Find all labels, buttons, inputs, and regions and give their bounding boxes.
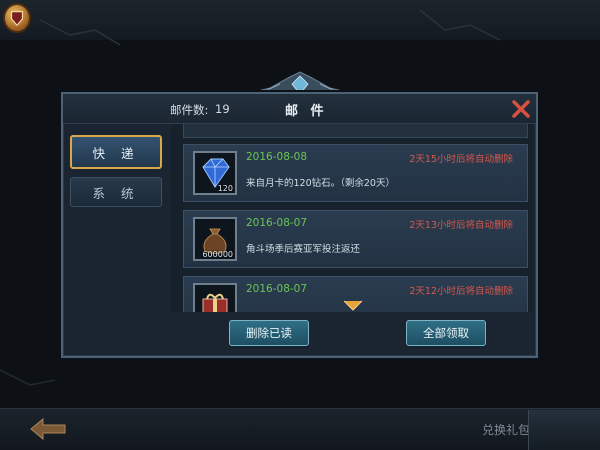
mail-item[interactable]: 600000 2016-08-07 2天13小时后将自动删除 角斗场季后赛亚军投… [183,210,528,268]
list-item-partial [183,124,528,138]
mail-date: 2016-08-08 [246,151,308,163]
back-arrow-icon [30,417,66,441]
mail-subject: 来自月卡的120钻石。（剩余20天） [246,178,395,189]
item-quantity: 120 [217,184,233,193]
mail-expire-notice: 2天15小时后将自动删除 [409,154,513,165]
back-button[interactable] [18,413,80,445]
mail-dialog: 邮件数: 19 邮 件 快 递 系 统 120 2016-08-08 2天15小… [61,92,538,358]
dialog-header: 邮件数: 19 邮 件 [63,94,536,124]
dialog-title: 邮 件 [285,104,328,119]
mail-thumbnail [193,283,237,312]
scroll-down-icon[interactable] [343,300,363,312]
gift-box-icon [202,293,228,312]
mail-count-label: 邮件数: [170,103,209,117]
mail-item[interactable]: 120 2016-08-08 2天15小时后将自动删除 来自月卡的120钻石。（… [183,144,528,202]
tab-system[interactable]: 系 统 [70,177,162,207]
claim-all-button[interactable]: 全部领取 [406,320,486,346]
mail-list[interactable]: 120 2016-08-08 2天15小时后将自动删除 来自月卡的120钻石。（… [171,124,533,312]
tab-express[interactable]: 快 递 [70,135,162,169]
game-logo-icon[interactable] [3,3,31,33]
delete-read-button[interactable]: 删除已读 [229,320,309,346]
redeem-gift-button[interactable]: 兑换礼包 [470,421,530,441]
mail-thumbnail: 600000 [193,217,237,261]
mail-date: 2016-08-07 [246,217,308,229]
mail-subject: 角斗场季后赛亚军投注返还 [246,244,361,255]
mail-thumbnail: 120 [193,151,237,195]
close-icon [512,100,530,118]
item-quantity: 600000 [202,250,233,259]
mail-expire-notice: 2天13小时后将自动删除 [409,220,513,231]
mail-date: 2016-08-07 [246,283,308,295]
mail-count-value: 19 [215,102,230,116]
close-button[interactable] [510,98,532,120]
corner-panel [528,410,600,450]
mail-expire-notice: 2天12小时后将自动删除 [409,286,513,297]
